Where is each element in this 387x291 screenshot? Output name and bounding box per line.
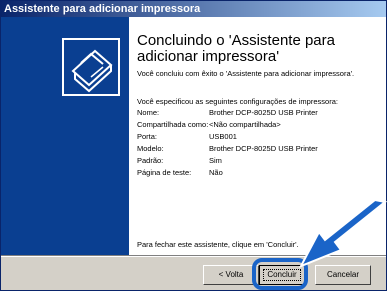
back-button[interactable]: < Volta [203,265,259,285]
setting-label-model: Modelo: [137,144,164,153]
setting-value-name: Brother DCP-8025D USB Printer [209,108,318,117]
setting-value-model: Brother DCP-8025D USB Printer [209,144,318,153]
wizard-heading: Concluindo o 'Assistente para adicionar … [137,32,335,65]
setting-value-port: USB001 [209,132,237,141]
setting-label-port: Porta: [137,132,158,141]
printer-icon [62,38,120,96]
setting-value-default: Sim [209,156,222,165]
setting-value-test-page: Não [209,168,223,177]
wizard-intro: Você concluiu com êxito o 'Assistente pa… [137,69,355,78]
setting-label-test-page: Página de teste: [137,168,192,177]
setting-value-shared: <Não compartilhada> [209,120,281,129]
settings-intro: Você especificou as seguintes configuraç… [137,97,338,106]
window-titlebar: Assistente para adicionar impressora [1,1,386,17]
setting-label-name: Nome: [137,108,160,117]
pointer-arrow-icon [298,200,387,268]
setting-label-shared: Compartilhada como: [137,120,209,129]
wizard-side-panel [1,17,129,255]
setting-label-default: Padrão: [137,156,164,165]
